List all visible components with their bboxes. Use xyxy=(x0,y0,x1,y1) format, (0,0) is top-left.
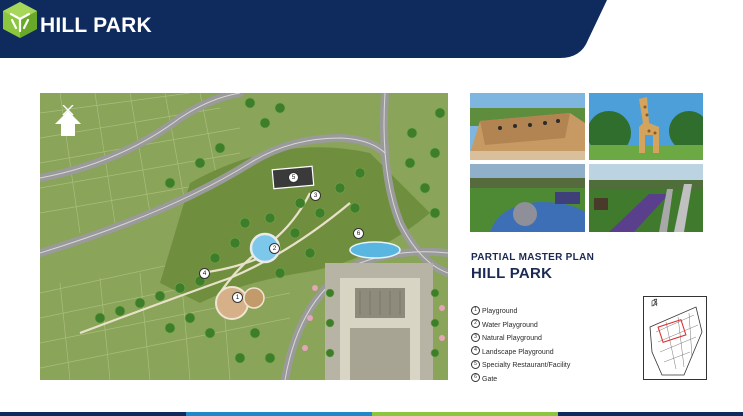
legend-item: 1 Playground xyxy=(471,305,570,319)
legend-label: Water Playground xyxy=(482,321,538,329)
legend-label: Landscape Playground xyxy=(482,348,554,356)
playground-aerial-photo xyxy=(470,164,585,232)
footer-stripe xyxy=(0,412,743,416)
footer-segment-green xyxy=(372,412,558,416)
master-plan-map: 1 2 3 4 5 6 xyxy=(40,93,448,380)
header-banner: HILL PARK xyxy=(0,0,743,58)
legend-number: 3 xyxy=(471,332,480,342)
footer-segment-blue xyxy=(186,412,372,416)
legend-label: Natural Playground xyxy=(482,335,542,342)
key-map xyxy=(643,296,707,380)
legend-number: 4 xyxy=(471,346,480,356)
green-cube-logo-icon xyxy=(3,2,37,38)
map-marker-4: 4 xyxy=(199,268,210,279)
legend-item: 5 Specialty Restaurant/Facility xyxy=(471,359,570,373)
legend-item: 4 Landscape Playground xyxy=(471,346,570,360)
map-marker-2: 2 xyxy=(269,243,280,254)
legend-item: 2 Water Playground xyxy=(471,319,570,333)
footer-segment-navy-end xyxy=(558,412,743,416)
legend-number: 1 xyxy=(471,305,480,315)
legend-item: 3 Natural Playground xyxy=(471,332,570,346)
map-marker-6: 6 xyxy=(353,228,364,239)
legend-label: Gate xyxy=(482,375,498,383)
legend-label: Specialty Restaurant/Facility xyxy=(482,362,571,369)
playground-wall-photo xyxy=(470,93,585,160)
footer-segment-navy xyxy=(0,412,186,416)
legend-number: 6 xyxy=(471,373,480,383)
legend-item: 6 Gate xyxy=(471,373,570,387)
plan-title: HILL PARK xyxy=(471,265,553,282)
slide-playground-photo xyxy=(589,164,703,232)
legend-label: Playground xyxy=(482,308,518,315)
legend-list: 1 Playground 2 Water Playground 3 Natural P… xyxy=(471,305,570,386)
legend-number: 2 xyxy=(471,319,480,329)
giraffe-sculpture-photo xyxy=(589,93,703,160)
map-marker-5: 5 xyxy=(288,172,299,183)
legend-number: 5 xyxy=(471,359,480,369)
plan-subtitle: PARTIAL MASTER PLAN xyxy=(471,252,595,263)
north-arrow-icon xyxy=(55,105,81,136)
page-title: HILL PARK xyxy=(40,14,152,37)
map-marker-3: 3 xyxy=(310,190,321,201)
map-marker-1: 1 xyxy=(232,292,243,303)
